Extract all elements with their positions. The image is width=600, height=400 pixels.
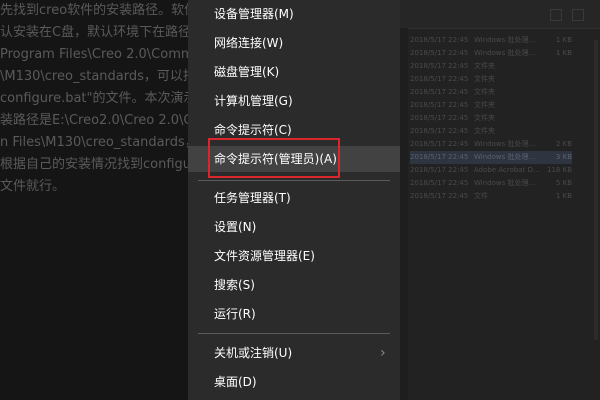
menu-divider xyxy=(198,180,390,181)
submenu-chevron-right-icon: › xyxy=(380,345,386,361)
screenshot: 先找到creo软件的安装路径。软件 认安装在C盘，默认环境下在路径 Progra… xyxy=(0,0,600,400)
file-size: 1 KB xyxy=(555,192,572,200)
file-size: 5 KB xyxy=(555,179,572,187)
file-row[interactable]: 2018/5/17 22:45 Windows 批处理... 5 KB xyxy=(410,177,572,190)
file-date: 2018/5/17 22:45 xyxy=(410,114,469,122)
explorer-sidebar xyxy=(400,28,408,400)
article-line: 认安装在C盘，默认环境下在路径 xyxy=(0,25,192,40)
article-line: n Files\M130\creo_standards，各 xyxy=(0,135,200,150)
file-date: 2018/5/17 22:45 xyxy=(410,101,469,109)
file-size: 1 KB xyxy=(555,36,572,44)
file-row[interactable]: 2018/5/17 22:45 文件夹 xyxy=(410,86,572,99)
menu-item-file-explorer[interactable]: 文件资源管理器(E) xyxy=(188,243,400,269)
file-type: 文件夹 xyxy=(474,101,495,109)
context-menu: 设备管理器(M) 网络连接(W) 磁盘管理(K) 计算机管理(G) 命令提示符(… xyxy=(188,0,400,400)
file-type: 文件夹 xyxy=(474,62,495,70)
file-row[interactable]: 2018/5/17 22:45 文件夹 xyxy=(410,99,572,112)
article-text: 先找到creo软件的安装路径。软件 认安装在C盘，默认环境下在路径 Progra… xyxy=(0,0,200,400)
file-date: 2018/5/17 22:45 xyxy=(410,140,469,148)
file-type: Windows 批处理... xyxy=(474,153,536,161)
explorer-scrollbar[interactable] xyxy=(594,40,598,340)
file-type: Windows 批处理... xyxy=(474,36,536,44)
article-line: configure.bat"的文件。本次演示的 xyxy=(0,91,200,106)
file-date: 2018/5/17 22:45 xyxy=(410,36,469,44)
file-date: 2018/5/17 22:45 xyxy=(410,153,469,161)
menu-item-settings[interactable]: 设置(N) xyxy=(188,214,400,240)
menu-item-network-connections[interactable]: 网络连接(W) xyxy=(188,30,400,56)
file-row[interactable]: 2018/5/17 22:45 文件夹 xyxy=(410,125,572,138)
file-date: 2018/5/17 22:45 xyxy=(410,49,469,57)
minimize-icon[interactable] xyxy=(550,9,562,21)
file-type: 文件夹 xyxy=(474,127,495,135)
article-line: \M130\creo_standards，可以找 xyxy=(0,69,196,84)
menu-item-search[interactable]: 搜索(S) xyxy=(188,272,400,298)
file-row[interactable]: 2018/5/17 22:45 文件夹 xyxy=(410,112,572,125)
maximize-icon[interactable] xyxy=(572,9,584,21)
file-date: 2018/5/17 22:45 xyxy=(410,75,469,83)
file-row[interactable]: 2018/5/17 22:45 文件 1 KB xyxy=(410,190,572,203)
menu-item-task-manager[interactable]: 任务管理器(T) xyxy=(188,185,400,211)
menu-item-disk-management[interactable]: 磁盘管理(K) xyxy=(188,59,400,85)
menu-item-desktop[interactable]: 桌面(D) xyxy=(188,369,400,395)
article-line: 根据自己的安装情况找到configure. xyxy=(0,157,200,172)
file-type: 文件夹 xyxy=(474,88,495,96)
file-row[interactable]: 2018/5/17 22:45 Windows 批处理... 1 KB xyxy=(410,47,572,60)
file-date: 2018/5/17 22:45 xyxy=(410,88,469,96)
file-row[interactable]: 2018/5/17 22:45 文件夹 xyxy=(410,73,572,86)
file-type: Windows 批处理... xyxy=(474,140,536,148)
file-date: 2018/5/17 22:45 xyxy=(410,192,469,200)
article-line: 先找到creo软件的安装路径。软件 xyxy=(0,3,198,18)
file-row[interactable]: 2018/5/17 22:45 Adobe Acrobat D... 118 KB xyxy=(410,164,572,177)
file-type: 文件夹 xyxy=(474,75,495,83)
article-line: Program Files\Creo 2.0\Common F xyxy=(0,47,200,62)
file-type: Windows 批处理... xyxy=(474,49,536,57)
file-size: 1 KB xyxy=(555,49,572,57)
menu-item-command-prompt[interactable]: 命令提示符(C) xyxy=(188,117,400,143)
menu-item-device-manager[interactable]: 设备管理器(M) xyxy=(188,1,400,27)
file-date: 2018/5/17 22:45 xyxy=(410,62,469,70)
file-type: Adobe Acrobat D... xyxy=(474,166,540,174)
file-date: 2018/5/17 22:45 xyxy=(410,179,469,187)
file-type: 文件 xyxy=(474,192,488,200)
file-date: 2018/5/17 22:45 xyxy=(410,166,469,174)
file-row[interactable]: 2018/5/17 22:45 Windows 批处理... 2 KB xyxy=(410,138,572,151)
file-row-selected[interactable]: 2018/5/17 22:45 Windows 批处理... 3 KB xyxy=(410,151,572,164)
menu-item-run[interactable]: 运行(R) xyxy=(188,301,400,327)
file-size: 118 KB xyxy=(547,166,572,174)
menu-item-computer-management[interactable]: 计算机管理(G) xyxy=(188,88,400,114)
file-explorer-window: 2018/5/17 22:45 Windows 批处理... 1 KB 2018/5… xyxy=(400,0,600,400)
article-line: 装路径是E:\Creo2.0\Creo 2.0\Com xyxy=(0,113,200,128)
file-size: 2 KB xyxy=(555,140,572,148)
file-date: 2018/5/17 22:45 xyxy=(410,127,469,135)
file-size: 3 KB xyxy=(555,153,572,161)
menu-divider xyxy=(198,333,390,334)
file-row[interactable]: 2018/5/17 22:45 Windows 批处理... 1 KB xyxy=(410,34,572,47)
explorer-toolbar xyxy=(400,0,600,29)
file-row[interactable]: 2018/5/17 22:45 文件夹 xyxy=(410,60,572,73)
menu-item-shutdown-signout[interactable]: 关机或注销(U) xyxy=(188,340,400,366)
menu-item-command-prompt-admin[interactable]: 命令提示符(管理员)(A) xyxy=(188,146,400,172)
article-line: 文件就行。 xyxy=(0,179,66,194)
file-type: 文件夹 xyxy=(474,114,495,122)
file-type: Windows 批处理... xyxy=(474,179,536,187)
